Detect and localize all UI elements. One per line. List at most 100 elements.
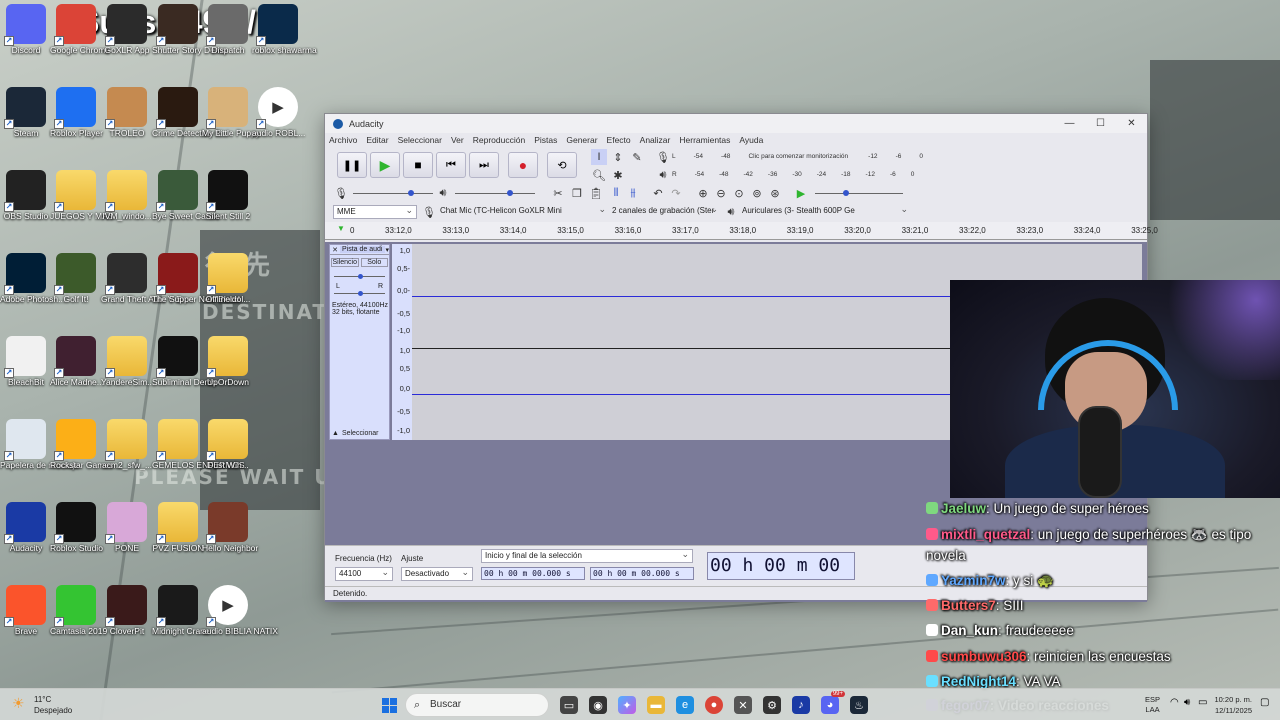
cut-button[interactable]: ✂ — [550, 185, 566, 201]
notification-icon[interactable]: ▢ — [1260, 697, 1269, 708]
desktop-icon[interactable]: ↗ UpOrDown — [202, 336, 254, 388]
copy-button[interactable]: ❐ — [569, 185, 585, 201]
record-meter[interactable]: L -54 -48 Clic para comenzar monitorizac… — [672, 150, 982, 162]
desktop-icon[interactable]: ↗ Brave — [0, 585, 52, 637]
playback-volume-slider[interactable] — [455, 190, 535, 196]
play-button[interactable]: ▶ — [370, 152, 400, 178]
project-rate-select[interactable]: 44100 — [335, 567, 393, 581]
desktop-icon[interactable]: ↗ Dispatch — [202, 4, 254, 56]
menu-item[interactable]: Ver — [451, 135, 464, 145]
menu-item[interactable]: Generar — [566, 135, 597, 145]
host-select[interactable]: MME — [333, 205, 417, 219]
desktop-icon[interactable]: ↗ Roblox Studio — [50, 502, 103, 554]
xbox-icon[interactable]: ✕ — [734, 696, 752, 714]
start-button[interactable] — [380, 696, 398, 714]
desktop-icon[interactable]: ↗ Audacity — [0, 502, 52, 554]
title-bar[interactable]: Audacity — ☐ ✕ — [325, 114, 1147, 133]
audacity-taskbar-icon[interactable]: ♪ — [792, 696, 810, 714]
menu-item[interactable]: Reproducción — [473, 135, 525, 145]
file-explorer-icon[interactable]: ▬ — [647, 696, 665, 714]
menu-item[interactable]: Efecto — [607, 135, 631, 145]
selection-mode-select[interactable]: Inicio y final de la selección — [481, 549, 693, 563]
clock[interactable]: 10:20 p. m. 12/11/2025 — [1208, 694, 1252, 716]
volume-icon[interactable]: 🔊︎ — [1184, 697, 1190, 708]
pan-slider[interactable] — [334, 290, 385, 298]
desktop-icon[interactable]: ↗ Adobe Photosh... — [0, 253, 65, 305]
desktop-icon[interactable]: ↗ CloverPit — [101, 585, 153, 637]
menu-item[interactable]: Seleccionar — [398, 135, 442, 145]
skip-start-button[interactable]: ⏮ — [436, 152, 466, 178]
desktop-icon[interactable]: ↗ Dust Wih... — [202, 419, 254, 471]
language-indicator[interactable]: ESP LAA — [1145, 695, 1160, 715]
desktop-icon[interactable]: ↗ Hello Neighbor — [202, 502, 258, 554]
zoom-toggle-button[interactable]: ⊛ — [767, 185, 783, 201]
zoom-in-button[interactable]: ⊕ — [695, 185, 711, 201]
record-button[interactable]: ● — [508, 152, 538, 178]
desktop-icon[interactable]: ↗ Rockstar Games ... — [50, 419, 123, 471]
menu-item[interactable]: Herramientas — [679, 135, 730, 145]
desktop-icon[interactable]: ↗ acm2_sfw_... — [101, 419, 153, 471]
desktop-icon[interactable]: ↗ Grand Theft Auto V En... — [101, 253, 193, 305]
skip-end-button[interactable]: ⏭ — [469, 152, 499, 178]
playback-meter[interactable]: R -54 -48 -42 -36 -30 -24 -18 -12 -6 0 — [672, 168, 982, 180]
copilot-icon[interactable]: ✦ — [618, 696, 636, 714]
steam-like-icon[interactable]: ⚙ — [763, 696, 781, 714]
desktop-icon[interactable]: ↗ PONE — [101, 502, 153, 554]
desktop-icon[interactable]: ▶ ↗ audio BIBLIA NATIX — [202, 585, 278, 637]
recording-device-select[interactable]: Chat Mic (TC-Helicon GoXLR Mini — [437, 205, 609, 219]
desktop-icon[interactable]: ↗ Offlineldol... — [202, 253, 254, 305]
vertical-scale[interactable]: 1,0 0,5- 0,0- -0,5 -1,0 1,0 0,5 0,0 -0,5 -1,0 — [392, 244, 412, 440]
fit-selection-button[interactable]: ⊙ — [731, 185, 747, 201]
desktop-icon[interactable]: ↗ roblox shawarma — [252, 4, 317, 56]
trim-button[interactable]: ⫴ — [608, 185, 624, 201]
desktop-icon[interactable]: ↗ Shutter Story Demo — [152, 4, 227, 56]
steam-taskbar-icon[interactable]: ♨ — [850, 696, 868, 714]
desktop-icon[interactable]: ↗ TROLEO — [101, 87, 153, 139]
selection-tool[interactable]: I — [591, 149, 607, 165]
select-track-button[interactable]: Seleccionar — [342, 430, 379, 437]
desktop-icon[interactable]: ↗ PVZ FUSION — [152, 502, 204, 554]
desktop-icon[interactable]: ↗ GEMELOS ENFERMOS — [152, 419, 245, 471]
selection-start-time[interactable]: 00 h 00 m 00.000 s — [481, 567, 585, 580]
taskbar-search[interactable]: ⌕ Buscar — [405, 693, 549, 717]
track-menu-chevron-icon[interactable]: ▾ — [385, 246, 389, 254]
app-icon-1[interactable]: ◉ — [589, 696, 607, 714]
track-name-menu[interactable]: Pista de audi — [340, 246, 386, 253]
desktop-icon[interactable]: ↗ Alice Madne... — [50, 336, 104, 388]
close-button[interactable]: ✕ — [1116, 118, 1147, 129]
desktop-icon[interactable]: ↗ GoXLR App — [101, 4, 153, 56]
channels-select[interactable]: 2 canales de grabación (Ster — [609, 205, 721, 219]
record-meter-mic-icon[interactable]: 🎙︎ — [655, 149, 671, 165]
desktop-icon[interactable]: ↗ Papelera de reciclaje — [0, 419, 79, 471]
play-speed-slider[interactable] — [815, 190, 903, 196]
desktop-icon[interactable]: ↗ Subliminal Demo — [152, 336, 216, 388]
maximize-button[interactable]: ☐ — [1085, 118, 1116, 129]
desktop-icon[interactable]: ↗ Crime Detective R... — [152, 87, 228, 139]
desktop-icon[interactable]: ↗ Discord — [0, 4, 52, 56]
silence-button[interactable]: ⫵ — [625, 185, 641, 201]
play-at-speed-button[interactable]: ▶ — [793, 185, 809, 201]
selection-end-time[interactable]: 00 h 00 m 00.000 s — [590, 567, 694, 580]
desktop-icon[interactable]: ↗ The Supper New Blood — [152, 253, 240, 305]
loop-button[interactable]: ⟲ — [547, 152, 577, 178]
menu-item[interactable]: Pistas — [534, 135, 557, 145]
desktop-icon[interactable]: ↗ Bye Sweet Carole — [152, 170, 220, 222]
solo-button[interactable]: Solo — [360, 258, 388, 267]
envelope-tool[interactable]: ⇕ — [610, 149, 626, 165]
desktop-icon[interactable]: ↗ My Little Puppy — [202, 87, 260, 139]
recording-volume-slider[interactable] — [353, 190, 433, 196]
edge-icon[interactable]: e — [676, 696, 694, 714]
collapse-track-icon[interactable]: ▲ — [332, 430, 339, 437]
snap-select[interactable]: Desactivado — [401, 567, 473, 581]
menu-item[interactable]: Analizar — [640, 135, 671, 145]
task-view-icon[interactable]: ▭ — [560, 696, 578, 714]
playback-device-select[interactable]: Auriculares (3- Stealth 600P Ge — [739, 205, 911, 219]
close-track-button[interactable]: ✕ — [330, 246, 340, 254]
desktop-icon[interactable]: ↗ YandereSim... — [101, 336, 154, 388]
minimize-button[interactable]: — — [1054, 118, 1085, 129]
zoom-tool[interactable]: 🔍︎ — [591, 167, 607, 183]
pause-button[interactable]: ❚❚ — [337, 152, 367, 178]
menu-item[interactable]: Ayuda — [739, 135, 763, 145]
menu-item[interactable]: Archivo — [329, 135, 357, 145]
multi-tool[interactable]: ✱ — [610, 167, 626, 183]
